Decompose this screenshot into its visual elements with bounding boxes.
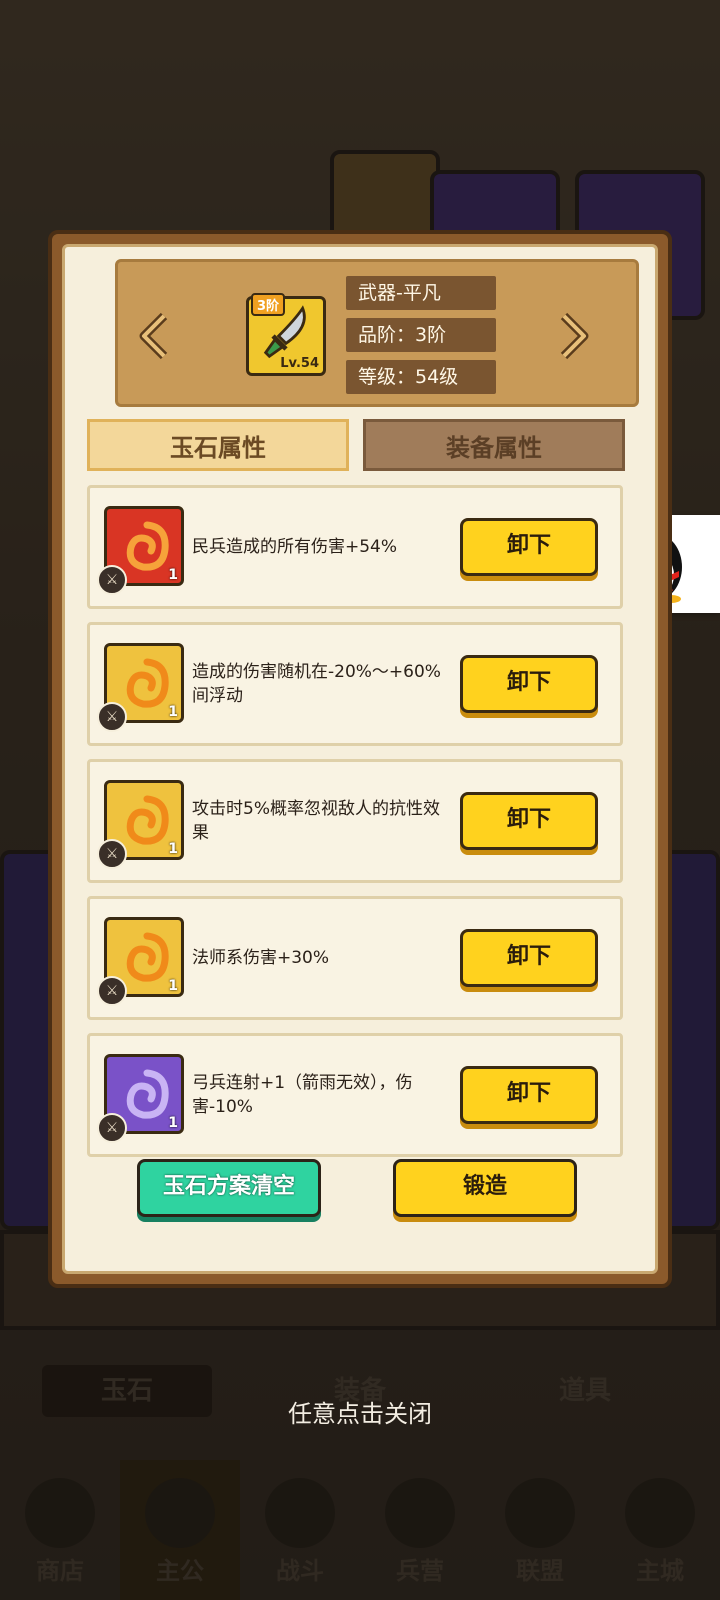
jade-swirl-icon	[126, 521, 169, 571]
jade-row: 1 ⚔ 弓兵连射+1（箭雨无效），伤害-10% 卸下	[87, 1033, 623, 1157]
jade-description: 攻击时5%概率忽视敌人的抗性效果	[192, 799, 440, 843]
sword-small-icon: ⚔	[97, 976, 127, 1006]
sword-small-icon: ⚔	[97, 702, 127, 732]
item-level-badge: Lv.54	[280, 356, 319, 371]
jade-swirl-icon	[126, 795, 169, 845]
close-hint[interactable]: 任意点击关闭	[0, 1394, 720, 1429]
item-icon[interactable]: 3阶 Lv.54	[246, 293, 326, 376]
jade-count: 1	[168, 567, 178, 583]
jade-description: 民兵造成的所有伤害+54%	[192, 537, 398, 557]
jade-count: 1	[168, 1115, 178, 1131]
jade-swirl-icon	[126, 932, 169, 982]
item-header: 3阶 Lv.54 武器-平凡 品阶：3阶 等级：54级	[115, 259, 639, 407]
item-level: 等级：54级	[346, 360, 496, 394]
unload-button[interactable]: 卸下	[460, 655, 598, 713]
jade-icon[interactable]: 1 ⚔	[97, 506, 184, 595]
sword-small-icon: ⚔	[97, 839, 127, 869]
jade-icon[interactable]: 1 ⚔	[97, 917, 184, 1006]
sword-small-icon: ⚔	[97, 565, 127, 595]
jade-icon[interactable]: 1 ⚔	[97, 780, 184, 869]
jade-count: 1	[168, 704, 178, 720]
unload-button[interactable]: 卸下	[460, 1066, 598, 1124]
jade-swirl-icon	[126, 1069, 169, 1119]
jade-row: 1 ⚔ 攻击时5%概率忽视敌人的抗性效果 卸下	[87, 759, 623, 883]
tab-equipment-attributes[interactable]: 装备属性	[363, 419, 625, 471]
clear-jade-plan-button[interactable]: 玉石方案清空	[137, 1159, 321, 1217]
jade-swirl-icon	[126, 658, 169, 708]
dialog-panel: 3阶 Lv.54 武器-平凡 品阶：3阶 等级：54级 玉石属性 装备属性 1 …	[62, 244, 658, 1274]
jade-row: 1 ⚔ 造成的伤害随机在-20%～+60%间浮动 卸下	[87, 622, 623, 746]
jade-dialog: 3阶 Lv.54 武器-平凡 品阶：3阶 等级：54级 玉石属性 装备属性 1 …	[48, 230, 672, 1288]
jade-icon[interactable]: 1 ⚔	[97, 1054, 184, 1143]
jade-description: 法师系伤害+30%	[192, 948, 330, 968]
chevron-left-icon[interactable]	[138, 312, 170, 360]
jade-description: 造成的伤害随机在-20%～+60%间浮动	[192, 662, 441, 706]
unload-button[interactable]: 卸下	[460, 792, 598, 850]
tab-jade-attributes[interactable]: 玉石属性	[87, 419, 349, 471]
item-name: 武器-平凡	[346, 276, 496, 310]
jade-description: 弓兵连射+1（箭雨无效），伤害-10%	[192, 1073, 413, 1117]
forge-button[interactable]: 锻造	[393, 1159, 577, 1217]
unload-button[interactable]: 卸下	[460, 518, 598, 576]
jade-row: 1 ⚔ 民兵造成的所有伤害+54% 卸下	[87, 485, 623, 609]
jade-row: 1 ⚔ 法师系伤害+30% 卸下	[87, 896, 623, 1020]
item-quality: 品阶：3阶	[346, 318, 496, 352]
tier-badge: 3阶	[251, 293, 286, 316]
sword-small-icon: ⚔	[97, 1113, 127, 1143]
jade-count: 1	[168, 978, 178, 994]
unload-button[interactable]: 卸下	[460, 929, 598, 987]
jade-count: 1	[168, 841, 178, 857]
chevron-right-icon[interactable]	[558, 312, 590, 360]
jade-icon[interactable]: 1 ⚔	[97, 643, 184, 732]
